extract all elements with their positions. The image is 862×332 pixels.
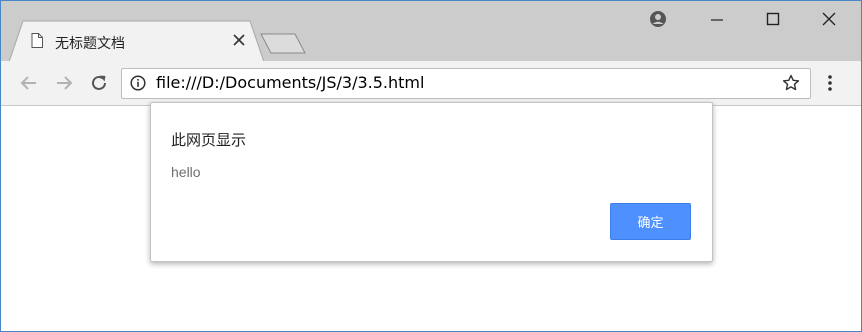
profile-icon[interactable] — [649, 10, 667, 32]
browser-window: 无标题文档 file:///D:/Documents/JS/3/3.5.html… — [0, 0, 862, 332]
close-window-button[interactable] — [801, 1, 857, 37]
menu-icon[interactable] — [827, 74, 833, 96]
tab-shape — [9, 20, 264, 62]
tab-close-icon[interactable] — [231, 32, 247, 48]
toolbar: file:///D:/Documents/JS/3/3.5.html — [1, 61, 861, 106]
url-text[interactable]: file:///D:/Documents/JS/3/3.5.html — [156, 73, 424, 92]
back-arrow-icon[interactable] — [18, 72, 40, 94]
forward-arrow-icon[interactable] — [53, 72, 75, 94]
info-icon[interactable] — [130, 75, 146, 95]
new-tab-button[interactable] — [259, 32, 307, 58]
close-icon — [822, 12, 836, 26]
tab-title: 无标题文档 — [55, 36, 125, 52]
minimize-icon — [711, 19, 723, 21]
document-icon — [31, 33, 43, 52]
alert-dialog: 此网页显示 hello 确定 — [150, 102, 713, 262]
maximize-button[interactable] — [745, 1, 801, 37]
tab-active[interactable]: 无标题文档 — [9, 20, 264, 62]
bookmark-star-icon[interactable] — [782, 74, 800, 96]
title-bar: 无标题文档 — [1, 1, 861, 62]
dialog-message: hello — [171, 164, 201, 180]
address-bar[interactable]: file:///D:/Documents/JS/3/3.5.html — [121, 68, 811, 99]
minimize-button[interactable] — [689, 1, 745, 37]
reload-icon[interactable] — [88, 72, 110, 94]
ok-button[interactable]: 确定 — [610, 203, 691, 240]
maximize-icon — [766, 12, 780, 26]
dialog-title: 此网页显示 — [171, 131, 247, 149]
